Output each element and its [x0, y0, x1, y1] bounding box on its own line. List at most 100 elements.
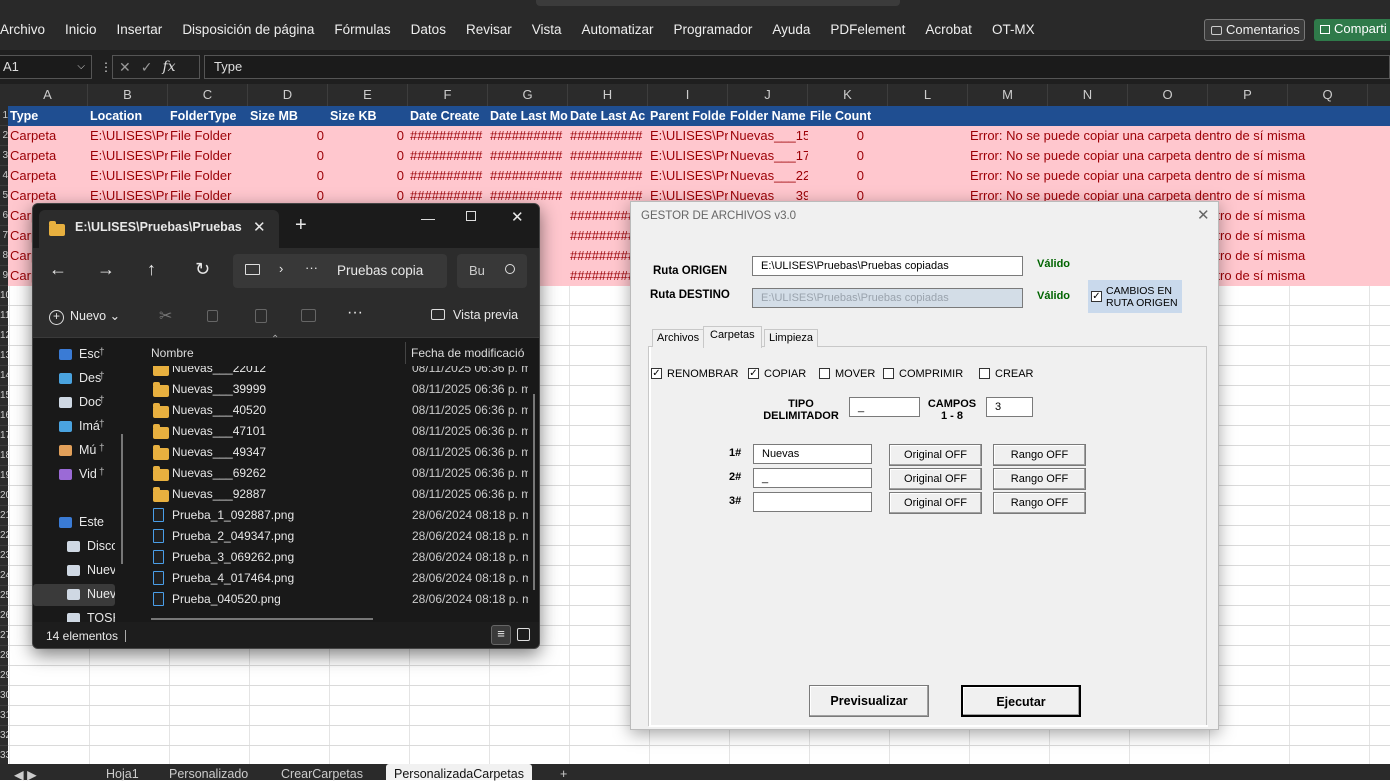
- tiles-view-icon[interactable]: [517, 628, 530, 641]
- origin-path-input[interactable]: E:\ULISES\Pruebas\Pruebas copiadas: [752, 256, 1023, 276]
- column-header[interactable]: A: [8, 84, 88, 106]
- row-header[interactable]: 28: [0, 646, 8, 666]
- search-icon[interactable]: [505, 264, 515, 274]
- header-cell[interactable]: Type: [8, 106, 88, 126]
- row-header[interactable]: 12: [0, 326, 8, 346]
- cell-parent[interactable]: E:\ULISES\Pru: [648, 146, 728, 166]
- file-row[interactable]: Prueba_1_092887.png 28/06/2024 08:18 p. m…: [143, 505, 533, 526]
- new-button[interactable]: + Nuevo ⌄: [49, 308, 120, 325]
- column-date-header[interactable]: Fecha de modificació: [411, 346, 529, 360]
- ribbon-tab[interactable]: Vista: [522, 20, 572, 40]
- new-tab-icon[interactable]: +: [295, 214, 307, 237]
- file-row[interactable]: Prueba_3_069262.png 28/06/2024 08:18 p. m…: [143, 547, 533, 568]
- row-header[interactable]: 22: [0, 526, 8, 546]
- row-header[interactable]: 18: [0, 446, 8, 466]
- file-row[interactable]: Nuevas___47101 08/11/2025 06:36 p. m.: [143, 421, 533, 442]
- file-row[interactable]: Nuevas___22012 08/11/2025 06:36 p. m.: [143, 366, 533, 379]
- cell-count[interactable]: 0: [808, 146, 868, 166]
- preview-button[interactable]: Vista previa: [431, 308, 518, 322]
- nav-item[interactable]: Disco: [33, 536, 115, 558]
- column-header[interactable]: Q: [1288, 84, 1368, 106]
- ribbon-tab[interactable]: PDFelement: [820, 20, 915, 40]
- up-icon[interactable]: ↑: [147, 259, 156, 280]
- field-value-input[interactable]: _: [753, 468, 872, 488]
- explorer-tab[interactable]: E:\ULISES\Pruebas\Pruebas co ✕: [39, 210, 279, 248]
- row-header[interactable]: 24: [0, 566, 8, 586]
- chevron-down-icon[interactable]: ⌵: [77, 56, 85, 78]
- column-header[interactable]: E: [328, 84, 408, 106]
- row-header[interactable]: 13: [0, 346, 8, 366]
- cell-parent[interactable]: E:\ULISES\Pru: [648, 126, 728, 146]
- fields-count-input[interactable]: 3: [986, 397, 1033, 417]
- column-header[interactable]: I: [648, 84, 728, 106]
- file-row[interactable]: Prueba_4_017464.png 28/06/2024 08:18 p. m…: [143, 568, 533, 589]
- sheet-tab-personalizadacarpetas[interactable]: PersonalizadaCarpetas: [386, 764, 532, 781]
- cell-error-message[interactable]: Error: No se puede copiar una carpeta de…: [968, 146, 1388, 166]
- row-header[interactable]: 20: [0, 486, 8, 506]
- horizontal-scrollbar[interactable]: [151, 618, 373, 620]
- more-options-icon[interactable]: ···: [347, 304, 363, 322]
- file-row[interactable]: Nuevas___92887 08/11/2025 06:36 p. m.: [143, 484, 533, 505]
- preview-button[interactable]: Previsualizar: [809, 685, 929, 717]
- ribbon-tab[interactable]: Disposición de página: [172, 20, 324, 40]
- ribbon-tab[interactable]: Inicio: [55, 20, 107, 40]
- option-checkbox[interactable]: [883, 368, 894, 379]
- overflow-icon[interactable]: ···: [305, 260, 318, 275]
- row-header[interactable]: 5: [0, 186, 8, 206]
- details-view-icon[interactable]: ≡: [491, 625, 511, 645]
- dialog-close-icon[interactable]: ✕: [1197, 206, 1210, 224]
- cell-error-message[interactable]: Error: No se puede copiar una carpeta de…: [968, 126, 1388, 146]
- nav-item[interactable]: Doc †: [33, 392, 115, 414]
- cell-da[interactable]: ##########: [568, 166, 648, 186]
- row-header[interactable]: 2: [0, 126, 8, 146]
- nav-scrollbar[interactable]: [121, 434, 123, 564]
- same-path-toggle[interactable]: ✓ CAMBIOS EN RUTA ORIGEN: [1088, 280, 1182, 313]
- row-header[interactable]: 17: [0, 426, 8, 446]
- cell-mb[interactable]: 0: [248, 166, 328, 186]
- ribbon-tab[interactable]: Revisar: [456, 20, 522, 40]
- header-row[interactable]: Type Location FolderType Size MB Size KB Date…: [8, 106, 1390, 126]
- cell-dc[interactable]: ##########: [408, 166, 488, 186]
- cell-error-message[interactable]: Error: No se puede copiar una carpeta de…: [968, 166, 1388, 186]
- forward-icon[interactable]: →: [97, 259, 115, 280]
- option-checkbox[interactable]: [979, 368, 990, 379]
- row-header[interactable]: 26: [0, 606, 8, 626]
- column-header[interactable]: N: [1048, 84, 1128, 106]
- nav-item[interactable]: Des †: [33, 368, 115, 390]
- close-tab-icon[interactable]: ✕: [253, 218, 266, 236]
- ribbon-tab[interactable]: Automatizar: [572, 20, 664, 40]
- header-cell[interactable]: Size KB: [328, 106, 408, 126]
- comments-button[interactable]: Comentarios: [1204, 19, 1305, 41]
- column-header[interactable]: D: [248, 84, 328, 106]
- header-cell[interactable]: Date Create: [408, 106, 488, 126]
- cell-name[interactable]: Nuevas___17: [728, 146, 808, 166]
- original-toggle-button[interactable]: Original OFF: [889, 468, 982, 490]
- field-value-input[interactable]: Nuevas: [753, 444, 872, 464]
- file-row[interactable]: Prueba_040520.png 28/06/2024 08:18 p. m.: [143, 589, 533, 610]
- nav-item[interactable]: Nuev: [33, 584, 115, 606]
- rename-icon[interactable]: [301, 309, 316, 322]
- column-header[interactable]: B: [88, 84, 168, 106]
- header-cell[interactable]: Location: [88, 106, 168, 126]
- column-header[interactable]: O: [1128, 84, 1208, 106]
- column-header[interactable]: G: [488, 84, 568, 106]
- ribbon-tab[interactable]: Fórmulas: [324, 20, 400, 40]
- share-button[interactable]: Comparti: [1314, 19, 1390, 41]
- cell-ftype[interactable]: File Folder: [168, 126, 248, 146]
- field-value-input[interactable]: [753, 492, 872, 512]
- column-header[interactable]: C: [168, 84, 248, 106]
- cell-dc[interactable]: ##########: [408, 146, 488, 166]
- range-toggle-button[interactable]: Rango OFF: [993, 468, 1086, 490]
- column-header[interactable]: J: [728, 84, 808, 106]
- cell-da[interactable]: ##########: [568, 146, 648, 166]
- column-header[interactable]: F: [408, 84, 488, 106]
- range-toggle-button[interactable]: Rango OFF: [993, 444, 1086, 466]
- row-header[interactable]: 7: [0, 226, 8, 246]
- nav-item[interactable]: Mú †: [33, 440, 115, 462]
- cell-name[interactable]: Nuevas___22: [728, 166, 808, 186]
- nav-item[interactable]: Nuev: [33, 560, 115, 582]
- row-header[interactable]: 15: [0, 386, 8, 406]
- row-header[interactable]: 21: [0, 506, 8, 526]
- nav-item[interactable]: Esc †: [33, 344, 115, 366]
- address-box[interactable]: › ··· Pruebas copia: [233, 254, 447, 288]
